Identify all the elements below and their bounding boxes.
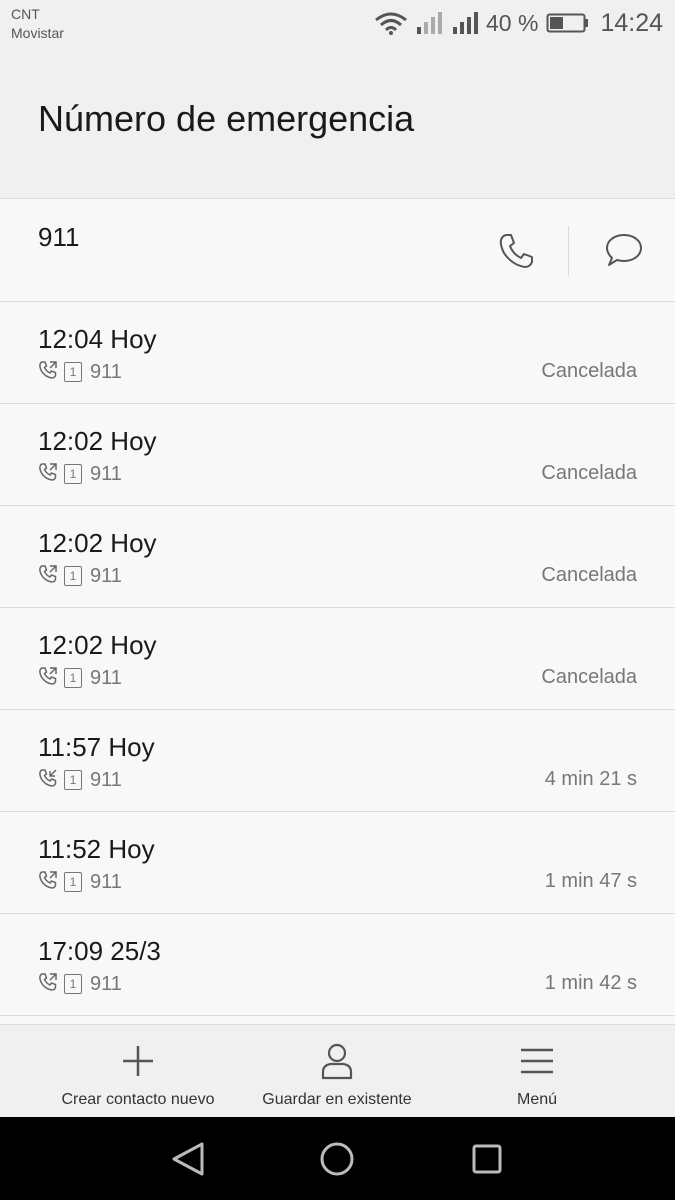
menu-label: Menú xyxy=(516,1091,558,1108)
call-number: 911 xyxy=(90,870,122,893)
carrier-info: CNT Movistar xyxy=(11,5,64,43)
call-log-row[interactable]: 12:02 Hoy 1 911 Cancelada xyxy=(0,404,675,506)
phone-icon xyxy=(499,234,533,268)
phone-number: 911 xyxy=(38,222,80,252)
person-icon xyxy=(321,1043,353,1080)
save-existing-label: Guardar en existente xyxy=(262,1091,412,1108)
call-time: 17:09 25/3 xyxy=(38,936,161,966)
recent-apps-icon xyxy=(472,1144,502,1174)
call-number: 911 xyxy=(90,564,122,587)
create-contact-label: Crear contacto nuevo xyxy=(61,1091,215,1108)
call-meta: 1 911 xyxy=(38,870,122,894)
signal-sim2-icon xyxy=(416,11,444,35)
call-log-row[interactable]: 12:02 Hoy 1 911 Cancelada xyxy=(0,506,675,608)
save-existing-button[interactable]: Guardar en existente xyxy=(237,1025,437,1118)
recent-apps-button[interactable] xyxy=(465,1137,509,1181)
outgoing-call-icon xyxy=(38,870,58,895)
call-status: 1 min 47 s xyxy=(544,870,637,892)
status-icons: 40 % 14:24 xyxy=(374,8,663,38)
wifi-icon xyxy=(374,11,408,35)
call-time: 12:02 Hoy xyxy=(38,528,157,558)
carrier-secondary: Movistar xyxy=(11,25,64,41)
menu-icon xyxy=(521,1048,553,1074)
call-log-row[interactable]: 11:52 Hoy 1 911 1 min 47 s xyxy=(0,812,675,914)
call-number: 911 xyxy=(90,666,122,689)
menu-button[interactable]: Menú xyxy=(487,1025,587,1118)
call-time: 11:52 Hoy xyxy=(38,834,155,864)
call-status: 4 min 21 s xyxy=(544,768,637,790)
outgoing-call-icon xyxy=(38,666,58,691)
outgoing-call-icon xyxy=(38,360,58,385)
call-button[interactable] xyxy=(492,228,542,274)
call-number: 911 xyxy=(90,768,122,791)
page-title: Número de emergencia xyxy=(38,98,415,139)
action-divider xyxy=(568,226,569,276)
carrier-name: CNT xyxy=(11,6,40,22)
contact-number-row: 911 xyxy=(0,200,675,302)
system-nav-bar xyxy=(0,1117,675,1200)
call-time: 12:04 Hoy xyxy=(38,324,157,354)
outgoing-call-icon xyxy=(38,462,58,487)
call-meta: 1 911 xyxy=(38,564,122,588)
call-status: 1 min 42 s xyxy=(544,972,637,994)
call-meta: 1 911 xyxy=(38,360,122,384)
call-log-row[interactable]: 11:57 Hoy 1 911 4 min 21 s xyxy=(0,710,675,812)
status-clock: 14:24 xyxy=(600,8,663,37)
sim-card-icon: 1 xyxy=(64,566,82,586)
back-icon xyxy=(172,1142,204,1176)
battery-icon xyxy=(546,12,590,34)
app-header: Número de emergencia xyxy=(0,48,675,199)
call-meta: 1 911 xyxy=(38,462,122,486)
call-time: 12:02 Hoy xyxy=(38,426,157,456)
incoming-call-icon xyxy=(38,768,58,793)
outgoing-call-icon xyxy=(38,564,58,589)
battery-percent: 40 % xyxy=(486,9,539,36)
message-button[interactable] xyxy=(598,226,650,274)
back-button[interactable] xyxy=(166,1137,210,1181)
message-icon xyxy=(606,234,642,266)
call-status: Cancelada xyxy=(541,666,637,688)
call-status: Cancelada xyxy=(541,360,637,382)
sim-card-icon: 1 xyxy=(64,770,82,790)
sim-card-icon: 1 xyxy=(64,872,82,892)
call-log-row[interactable]: 12:02 Hoy 1 911 Cancelada xyxy=(0,608,675,710)
sim-card-icon: 1 xyxy=(64,974,82,994)
call-log-row[interactable]: 17:09 25/3 1 911 1 min 42 s xyxy=(0,914,675,1016)
sim-card-icon: 1 xyxy=(64,464,82,484)
call-number: 911 xyxy=(90,360,122,383)
call-status: Cancelada xyxy=(541,462,637,484)
call-log-row[interactable]: 12:04 Hoy 1 911 Cancelada xyxy=(0,302,675,404)
create-contact-button[interactable]: Crear contacto nuevo xyxy=(38,1025,238,1118)
sim-card-icon: 1 xyxy=(64,362,82,382)
call-history-list: 12:04 Hoy 1 911 Cancelada 12:02 Hoy 1 911 Cance… xyxy=(0,302,675,1024)
call-number: 911 xyxy=(90,462,122,485)
home-icon xyxy=(320,1142,354,1176)
call-meta: 1 911 xyxy=(38,972,122,996)
status-bar: CNT Movistar 40 % 14:24 xyxy=(0,0,675,48)
call-time: 11:57 Hoy xyxy=(38,732,155,762)
home-button[interactable] xyxy=(315,1137,359,1181)
call-time: 12:02 Hoy xyxy=(38,630,157,660)
outgoing-call-icon xyxy=(38,972,58,997)
call-status: Cancelada xyxy=(541,564,637,586)
call-number: 911 xyxy=(90,972,122,995)
call-meta: 1 911 xyxy=(38,768,122,792)
bottom-action-bar: Crear contacto nuevo Guardar en existent… xyxy=(0,1024,675,1117)
sim-card-icon: 1 xyxy=(64,668,82,688)
call-meta: 1 911 xyxy=(38,666,122,690)
plus-icon xyxy=(123,1046,153,1076)
signal-sim1-icon xyxy=(452,11,480,35)
